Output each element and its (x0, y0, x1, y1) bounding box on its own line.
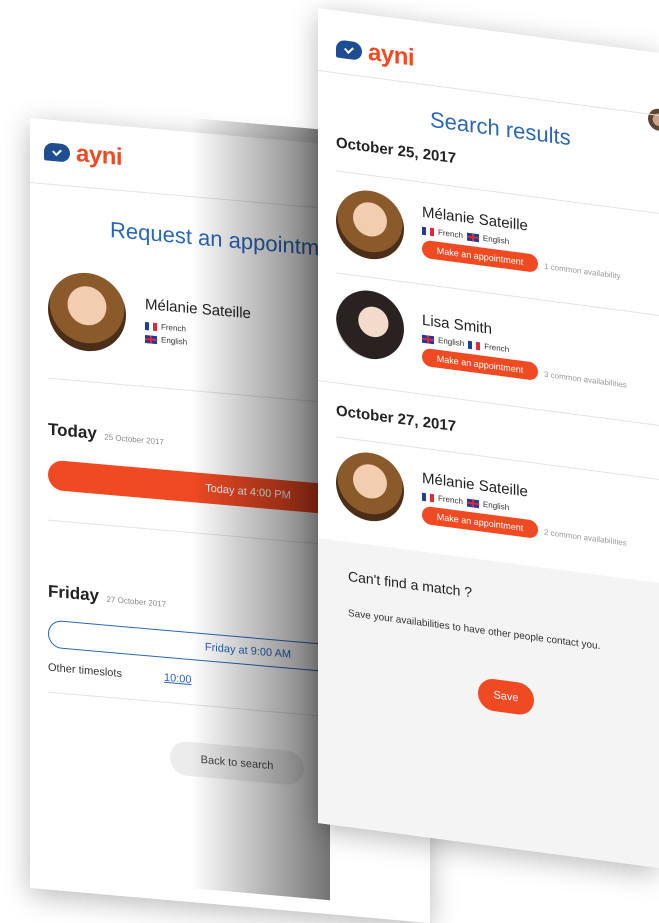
back-to-search-button[interactable]: Back to search (170, 740, 304, 786)
uk-flag-icon (145, 334, 157, 344)
friday-heading: Friday 27 October 2017 (48, 581, 167, 609)
other-timeslot-link[interactable]: 10:00 (164, 672, 192, 686)
avatar (336, 286, 404, 364)
make-appointment-button[interactable]: Make an appointment (422, 239, 538, 273)
page-title: Search results (430, 106, 571, 151)
availability-count: 3 common availabilities (544, 369, 627, 390)
profile-name: Mélanie Sateille (145, 296, 251, 323)
language-english: English (145, 334, 187, 347)
uk-flag-icon (422, 334, 434, 344)
uk-flag-icon (466, 498, 479, 508)
no-match-card: Can't find a match ? Save your availabil… (318, 538, 659, 868)
today-heading: Today 25 October 2017 (48, 419, 164, 447)
french-flag-icon (468, 340, 481, 350)
chat-check-icon (336, 39, 362, 61)
french-flag-icon (145, 321, 157, 331)
date-group-heading: October 25, 2017 (336, 134, 457, 168)
no-match-text: Save your availabilities to have other p… (348, 607, 601, 653)
other-timeslots-label: Other timeslots (48, 661, 122, 681)
chat-check-icon (44, 142, 70, 163)
date-group-heading: October 27, 2017 (336, 402, 457, 436)
avatar (48, 269, 126, 355)
ayni-logo[interactable]: ayni (336, 34, 414, 72)
save-button[interactable]: Save (478, 677, 534, 717)
make-appointment-button[interactable]: Make an appointment (422, 505, 538, 539)
header-divider (318, 70, 659, 116)
make-appointment-button[interactable]: Make an appointment (422, 347, 538, 381)
logo-text: ayni (76, 140, 123, 172)
avatar (336, 186, 404, 264)
avatar (336, 448, 404, 526)
search-results-screen: ayni Search results October 25, 2017 Mél… (318, 8, 659, 868)
user-avatar[interactable] (648, 107, 659, 133)
ayni-logo[interactable]: ayni (44, 137, 122, 172)
french-flag-icon (422, 492, 434, 502)
french-flag-icon (422, 226, 434, 236)
no-match-heading: Can't find a match ? (348, 567, 473, 601)
language-french: French (145, 321, 186, 334)
page-title: Request an appointment (110, 216, 350, 263)
uk-flag-icon (466, 232, 479, 242)
availability-count: 1 common availability (544, 261, 621, 281)
availability-count: 2 common availabilities (544, 527, 627, 548)
logo-text: ayni (368, 38, 415, 72)
result-name: Lisa Smith (422, 311, 493, 338)
